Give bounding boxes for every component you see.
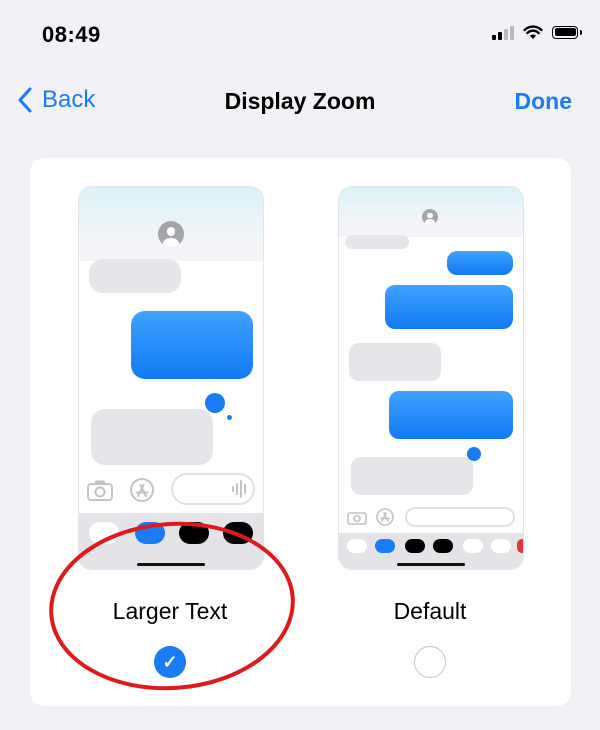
app-store-icon: [130, 478, 154, 502]
message-bubble-received: [349, 343, 441, 381]
larger-text-preview[interactable]: [78, 186, 264, 570]
cellular-signal-icon: [492, 24, 514, 40]
app-dot: [89, 522, 119, 544]
message-bubble-received: [91, 409, 213, 465]
done-button[interactable]: Done: [515, 88, 573, 115]
wifi-icon: [523, 24, 543, 39]
app-dot: [405, 539, 425, 553]
app-dot: [179, 522, 209, 544]
battery-icon: [552, 25, 582, 39]
message-bubble-received: [345, 235, 409, 249]
typing-indicator-dot: [227, 415, 232, 420]
message-bubble-received: [89, 259, 181, 293]
app-store-icon: [376, 508, 394, 526]
typing-indicator: [205, 393, 225, 413]
option-label-default[interactable]: Default: [320, 598, 540, 625]
app-dot: [347, 539, 367, 553]
app-dot: [223, 522, 253, 544]
message-bubble-received: [351, 457, 473, 495]
camera-icon: [87, 480, 113, 501]
home-indicator: [397, 563, 465, 566]
home-indicator: [137, 563, 205, 566]
message-bubble-sent: [447, 251, 513, 275]
message-bubble-sent: [131, 311, 253, 379]
page-title: Display Zoom: [224, 88, 376, 114]
status-time: 08:49: [42, 22, 101, 47]
option-label-larger-text[interactable]: Larger Text: [60, 598, 280, 625]
contact-avatar-icon: [158, 221, 184, 247]
message-bubble-sent: [389, 391, 513, 439]
default-radio[interactable]: [414, 646, 446, 678]
checkmark-icon: ✓: [162, 652, 178, 672]
app-dot: [491, 539, 511, 553]
audio-waveform-icon: [232, 480, 246, 498]
larger-text-radio[interactable]: ✓: [154, 646, 186, 678]
app-dot: [463, 539, 483, 553]
contact-avatar-icon: [422, 209, 438, 225]
app-dot: [433, 539, 453, 553]
app-dot: [135, 522, 165, 544]
app-dot: [375, 539, 395, 553]
app-dot: [517, 539, 523, 553]
message-input-preview: [405, 507, 515, 527]
message-bubble-sent: [385, 285, 513, 329]
camera-icon: [347, 512, 367, 525]
status-icons: [492, 24, 582, 40]
default-preview[interactable]: [338, 186, 524, 570]
display-zoom-card: Larger Text ✓ Default: [30, 158, 571, 706]
